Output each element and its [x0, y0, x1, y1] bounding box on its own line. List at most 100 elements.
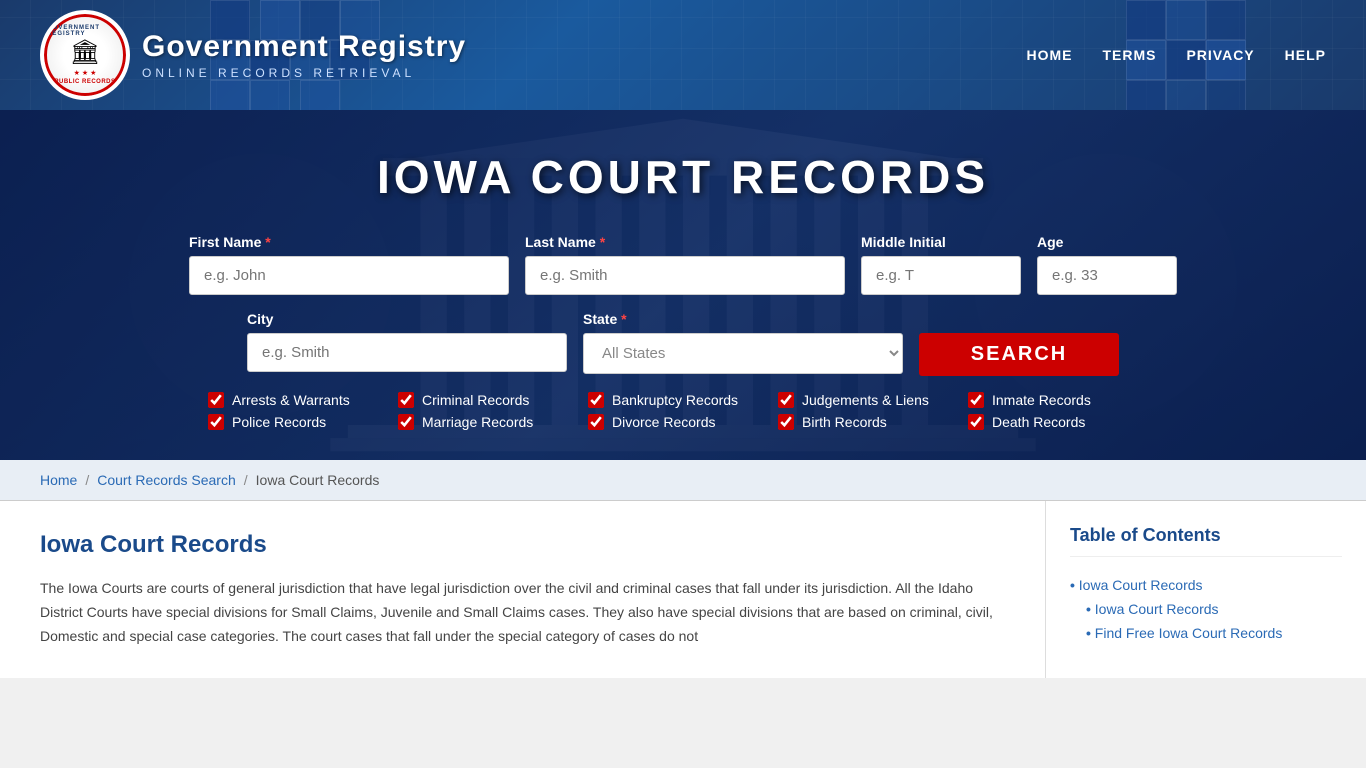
middle-initial-input[interactable]	[861, 256, 1021, 295]
form-row-1: First Name * Last Name * Middle Initial …	[133, 234, 1233, 295]
toc-sublink-1[interactable]: Iowa Court Records	[1095, 601, 1219, 617]
checkbox-birth-input[interactable]	[778, 414, 794, 430]
checkbox-col-1: Criminal Records Marriage Records	[398, 392, 588, 430]
checkbox-judgements-label: Judgements & Liens	[802, 392, 929, 408]
required-star: *	[265, 234, 270, 250]
checkbox-arrests-input[interactable]	[208, 392, 224, 408]
checkbox-death[interactable]: Death Records	[968, 414, 1158, 430]
nav-help[interactable]: HELP	[1285, 42, 1326, 68]
breadcrumb-bar: Home / Court Records Search / Iowa Court…	[0, 460, 1366, 501]
checkbox-judgements[interactable]: Judgements & Liens	[778, 392, 968, 408]
checkbox-marriage-input[interactable]	[398, 414, 414, 430]
main-content: Iowa Court Records The Iowa Courts are c…	[0, 501, 1366, 678]
checkbox-police[interactable]: Police Records	[208, 414, 398, 430]
first-name-group: First Name *	[189, 234, 509, 295]
checkbox-divorce-label: Divorce Records	[612, 414, 715, 430]
checkbox-bankruptcy-label: Bankruptcy Records	[612, 392, 738, 408]
checkbox-col-3: Judgements & Liens Birth Records	[778, 392, 968, 430]
nav-privacy[interactable]: PRIVACY	[1186, 42, 1254, 68]
breadcrumb-current: Iowa Court Records	[256, 472, 380, 488]
logo-arc-bottom-text: PUBLIC RECORDS	[54, 79, 115, 85]
toc-list: Iowa Court Records Iowa Court Records Fi…	[1070, 573, 1342, 645]
checkbox-marriage-label: Marriage Records	[422, 414, 533, 430]
required-star-3: *	[621, 311, 626, 327]
age-group: Age	[1037, 234, 1177, 295]
checkbox-birth-label: Birth Records	[802, 414, 887, 430]
logo-area: GOVERNMENT REGISTRY 🏛 ★★★ PUBLIC RECORDS…	[40, 10, 466, 100]
nav-home[interactable]: HOME	[1026, 42, 1072, 68]
logo-inner: GOVERNMENT REGISTRY 🏛 ★★★ PUBLIC RECORDS	[44, 14, 126, 96]
logo-arc-top-text: GOVERNMENT REGISTRY	[47, 25, 123, 37]
city-label: City	[247, 311, 567, 327]
article-body: The Iowa Courts are courts of general ju…	[40, 577, 1005, 648]
city-group: City	[247, 311, 567, 376]
middle-initial-label: Middle Initial	[861, 234, 1021, 250]
state-select[interactable]: All StatesAlabamaAlaskaArizonaArkansasCa…	[583, 333, 903, 374]
site-subtitle: Online Records Retrieval	[142, 66, 466, 80]
search-group: SEARCH	[919, 311, 1119, 376]
toc-sublink-2[interactable]: Find Free Iowa Court Records	[1095, 625, 1283, 641]
checkbox-col-0: Arrests & Warrants Police Records	[208, 392, 398, 430]
checkbox-judgements-input[interactable]	[778, 392, 794, 408]
search-button[interactable]: SEARCH	[919, 333, 1119, 376]
toc-item-1: Iowa Court Records	[1070, 573, 1342, 597]
middle-initial-group: Middle Initial	[861, 234, 1021, 295]
checkbox-divorce-input[interactable]	[588, 414, 604, 430]
header: GOVERNMENT REGISTRY 🏛 ★★★ PUBLIC RECORDS…	[0, 0, 1366, 110]
sidebar: Table of Contents Iowa Court Records Iow…	[1046, 501, 1366, 678]
breadcrumb-home[interactable]: Home	[40, 472, 77, 488]
article-title: Iowa Court Records	[40, 531, 1005, 559]
checkbox-bankruptcy[interactable]: Bankruptcy Records	[588, 392, 778, 408]
checkbox-police-label: Police Records	[232, 414, 326, 430]
checkbox-arrests-label: Arrests & Warrants	[232, 392, 350, 408]
toc-subitem-1: Iowa Court Records	[1086, 597, 1342, 621]
checkbox-marriage[interactable]: Marriage Records	[398, 414, 588, 430]
checkbox-arrests[interactable]: Arrests & Warrants	[208, 392, 398, 408]
checkbox-bankruptcy-input[interactable]	[588, 392, 604, 408]
checkbox-divorce[interactable]: Divorce Records	[588, 414, 778, 430]
form-row-2: City State * All StatesAlabamaAlaskaAriz…	[133, 311, 1233, 376]
age-input[interactable]	[1037, 256, 1177, 295]
checkbox-col-2: Bankruptcy Records Divorce Records	[588, 392, 778, 430]
state-label: State *	[583, 311, 903, 327]
state-group: State * All StatesAlabamaAlaskaArizonaAr…	[583, 311, 903, 376]
logo-circle: GOVERNMENT REGISTRY 🏛 ★★★ PUBLIC RECORDS	[40, 10, 130, 100]
last-name-group: Last Name *	[525, 234, 845, 295]
logo-text: Government Registry Online Records Retri…	[142, 30, 466, 80]
checkbox-birth[interactable]: Birth Records	[778, 414, 968, 430]
last-name-input[interactable]	[525, 256, 845, 295]
main-nav: HOME TERMS PRIVACY HELP	[1026, 42, 1326, 68]
nav-terms[interactable]: TERMS	[1102, 42, 1156, 68]
toc-subitem-2: Find Free Iowa Court Records	[1086, 621, 1342, 645]
checkbox-police-input[interactable]	[208, 414, 224, 430]
city-input[interactable]	[247, 333, 567, 372]
checkbox-inmate-input[interactable]	[968, 392, 984, 408]
breadcrumb-sep-1: /	[85, 472, 89, 488]
checkbox-inmate[interactable]: Inmate Records	[968, 392, 1158, 408]
logo-building-icon: 🏛	[70, 38, 100, 67]
last-name-label: Last Name *	[525, 234, 845, 250]
hero-section: IOWA COURT RECORDS First Name * Last Nam…	[0, 110, 1366, 460]
required-star-2: *	[600, 234, 605, 250]
checkbox-inmate-label: Inmate Records	[992, 392, 1091, 408]
breadcrumb-court-records[interactable]: Court Records Search	[97, 472, 236, 488]
search-form: First Name * Last Name * Middle Initial …	[133, 234, 1233, 430]
first-name-label: First Name *	[189, 234, 509, 250]
logo-stars: ★★★	[74, 69, 97, 77]
checkbox-criminal-label: Criminal Records	[422, 392, 529, 408]
checkbox-criminal-input[interactable]	[398, 392, 414, 408]
age-label: Age	[1037, 234, 1177, 250]
toc-link-1[interactable]: Iowa Court Records	[1079, 577, 1203, 593]
breadcrumb-sep-2: /	[244, 472, 248, 488]
checkbox-col-4: Inmate Records Death Records	[968, 392, 1158, 430]
checkbox-death-input[interactable]	[968, 414, 984, 430]
first-name-input[interactable]	[189, 256, 509, 295]
checkbox-criminal[interactable]: Criminal Records	[398, 392, 588, 408]
toc-title: Table of Contents	[1070, 525, 1342, 557]
hero-title: IOWA COURT RECORDS	[20, 150, 1346, 204]
breadcrumb: Home / Court Records Search / Iowa Court…	[40, 472, 1326, 488]
checkboxes-row: Arrests & Warrants Police Records Crimin…	[133, 392, 1233, 430]
site-title: Government Registry	[142, 30, 466, 64]
toc-sub-list: Iowa Court Records Find Free Iowa Court …	[1086, 597, 1342, 645]
checkbox-death-label: Death Records	[992, 414, 1085, 430]
